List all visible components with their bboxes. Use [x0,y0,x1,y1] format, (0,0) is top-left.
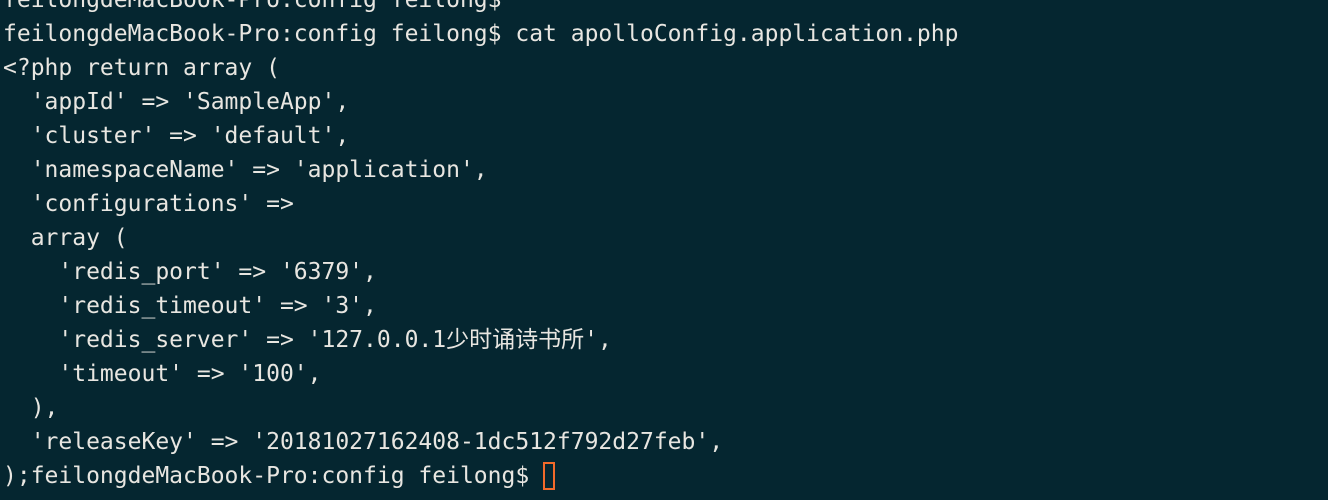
command-line: feilongdeMacBook-Pro:config feilong$ cat… [3,21,959,47]
output-line: 'redis_timeout' => '3', [3,293,377,319]
output-line: 'namespaceName' => 'application', [3,157,488,183]
prompt-text: );feilongdeMacBook-Pro:config feilong$ [3,463,530,489]
text-cursor [543,462,556,490]
output-line: ), [3,395,59,421]
output-line: 'redis_server' => '127.0.0.1少时诵诗书所', [3,327,612,353]
prompt-line-previous: feilongdeMacBook-Pro:config feilong$ [3,0,502,13]
output-line: 'appId' => 'SampleApp', [3,89,350,115]
output-line: 'configurations' => [3,191,294,217]
output-line: <?php return array ( [3,55,280,81]
output-line: 'timeout' => '100', [3,361,322,387]
terminal-output: feilongdeMacBook-Pro:config feilong$ fei… [3,0,958,493]
output-line: 'cluster' => 'default', [3,123,350,149]
output-line: 'redis_port' => '6379', [3,259,377,285]
output-line: array ( [3,225,128,251]
current-prompt-line[interactable]: );feilongdeMacBook-Pro:config feilong$ [3,459,958,493]
terminal-window[interactable]: feilongdeMacBook-Pro:config feilong$ fei… [0,0,1328,500]
output-line: 'releaseKey' => '20181027162408-1dc512f7… [3,429,724,455]
